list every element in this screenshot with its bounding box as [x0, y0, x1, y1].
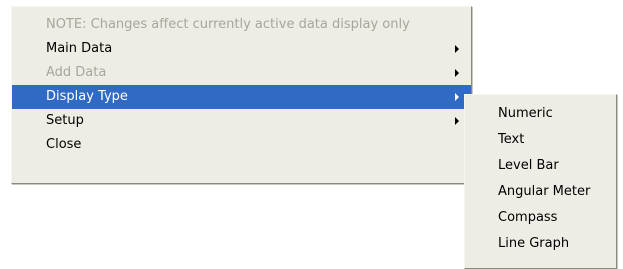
- menu-item-setup[interactable]: Setup: [12, 109, 471, 133]
- chevron-right-icon: [455, 45, 459, 53]
- submenu-item-label: Compass: [498, 210, 558, 225]
- submenu-item-label: Line Graph: [498, 236, 570, 251]
- display-type-submenu: Numeric Text Level Bar Angular Meter Com…: [464, 94, 617, 269]
- menu-note: NOTE: Changes affect currently active da…: [12, 13, 471, 37]
- menu-item-label: Display Type: [46, 89, 128, 104]
- menu-item-add-data: Add Data: [12, 61, 471, 85]
- submenu-item-compass[interactable]: Compass: [465, 205, 616, 231]
- submenu-item-line-graph[interactable]: Line Graph: [465, 231, 616, 257]
- submenu-item-label: Numeric: [498, 106, 553, 121]
- submenu-item-level-bar[interactable]: Level Bar: [465, 153, 616, 179]
- menu-item-label: Main Data: [46, 41, 113, 56]
- chevron-right-icon: [455, 117, 459, 125]
- menu-item-label: Setup: [46, 113, 84, 128]
- chevron-right-icon: [455, 93, 459, 101]
- submenu-item-label: Level Bar: [498, 158, 559, 173]
- menu-item-label: Close: [46, 137, 82, 152]
- menu-item-close[interactable]: Close: [12, 133, 471, 157]
- menu-item-display-type[interactable]: Display Type: [12, 85, 471, 109]
- submenu-item-numeric[interactable]: Numeric: [465, 101, 616, 127]
- context-menu: NOTE: Changes affect currently active da…: [11, 6, 472, 184]
- submenu-item-label: Text: [498, 132, 525, 147]
- submenu-item-label: Angular Meter: [498, 184, 591, 199]
- menu-item-main-data[interactable]: Main Data: [12, 37, 471, 61]
- chevron-right-icon: [455, 69, 459, 77]
- submenu-item-text[interactable]: Text: [465, 127, 616, 153]
- menu-note-label: NOTE: Changes affect currently active da…: [46, 17, 410, 32]
- submenu-item-angular-meter[interactable]: Angular Meter: [465, 179, 616, 205]
- menu-item-label: Add Data: [46, 65, 107, 80]
